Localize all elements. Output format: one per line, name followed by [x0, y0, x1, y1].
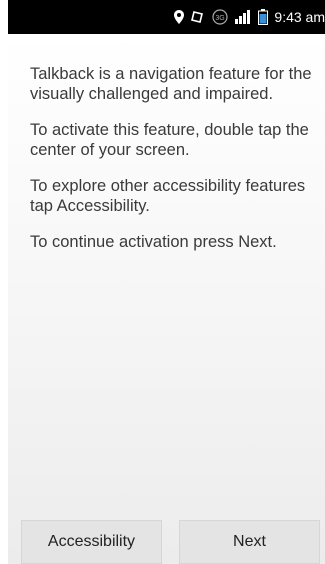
paragraph-intro: Talkback is a navigation feature for the… — [30, 65, 312, 103]
location-pin-icon — [174, 10, 185, 24]
instructions: Talkback is a navigation feature for the… — [30, 64, 320, 268]
signal-icon — [234, 9, 252, 25]
talkback-screen: Talkback is a navigation feature for the… — [8, 34, 325, 564]
paragraph-continue: To continue activation press Next. — [30, 233, 277, 251]
data-3g-icon: 3G — [212, 9, 229, 25]
status-bar: 3G 9:43 am — [8, 0, 325, 34]
next-button[interactable]: Next — [179, 520, 320, 564]
svg-text:3G: 3G — [216, 15, 225, 22]
battery-icon — [258, 9, 269, 25]
alarm-icon — [190, 9, 206, 25]
paragraph-explore: To explore other accessibility features … — [30, 177, 306, 215]
accessibility-button[interactable]: Accessibility — [21, 520, 162, 564]
status-time: 9:43 am — [274, 9, 325, 25]
paragraph-activate: To activate this feature, double tap the… — [30, 121, 309, 159]
